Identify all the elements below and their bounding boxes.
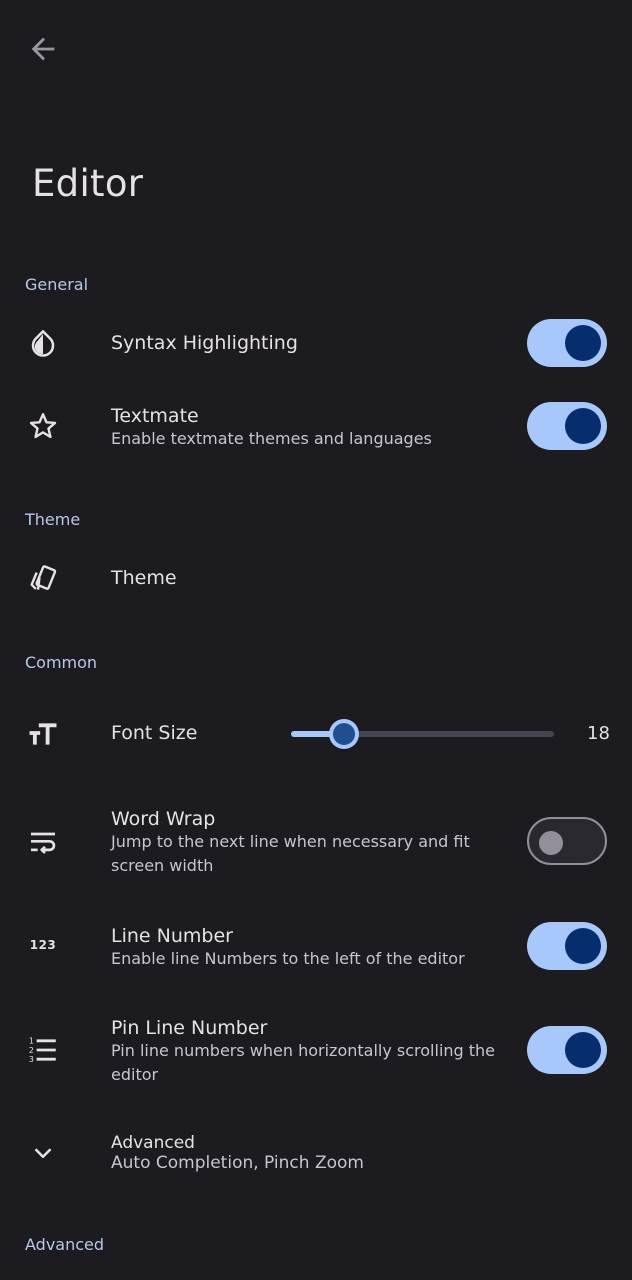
syntax-highlighting-toggle[interactable] [527, 319, 607, 367]
numbered-list-icon: 1 2 3 [24, 1031, 62, 1069]
page-title: Editor [32, 162, 144, 205]
textmate-label: Textmate [111, 405, 199, 427]
arrow-left-icon [31, 37, 55, 61]
textmate-toggle[interactable] [527, 402, 607, 450]
text-size-icon [24, 715, 62, 753]
chevron-down-icon [24, 1134, 62, 1172]
font-size-value: 18 [587, 723, 610, 744]
toggle-knob [565, 1032, 601, 1068]
numeric-123-icon: 123 [29, 938, 57, 952]
wrap-text-icon [24, 823, 62, 861]
svg-text:3: 3 [29, 1055, 34, 1064]
font-size-label: Font Size [111, 722, 198, 744]
svg-text:2: 2 [29, 1046, 34, 1055]
svg-text:1: 1 [29, 1037, 34, 1046]
line-number-toggle[interactable] [527, 922, 607, 970]
star-outline-icon [24, 407, 62, 445]
word-wrap-toggle[interactable] [527, 817, 607, 865]
font-size-slider-track[interactable] [344, 731, 554, 737]
pin-line-number-label: Pin Line Number [111, 1017, 268, 1039]
font-size-slider-thumb[interactable] [329, 719, 359, 749]
section-header-common: Common [25, 653, 98, 672]
line-number-subtitle: Enable line Numbers to the left of the e… [111, 949, 465, 968]
back-button[interactable] [26, 32, 60, 66]
pin-line-number-toggle[interactable] [527, 1026, 607, 1074]
toggle-knob [565, 325, 601, 361]
word-wrap-subtitle: Jump to the next line when necessary and… [111, 832, 470, 875]
line-number-label: Line Number [111, 925, 233, 947]
section-header-theme: Theme [25, 510, 81, 529]
syntax-highlighting-label: Syntax Highlighting [111, 332, 298, 354]
word-wrap-label: Word Wrap [111, 808, 216, 830]
pin-line-number-subtitle: Pin line numbers when horizontally scrol… [111, 1041, 496, 1084]
textmate-subtitle: Enable textmate themes and languages [111, 429, 432, 448]
toggle-knob [539, 831, 563, 855]
section-header-general: General [25, 275, 89, 294]
swatch-cards-icon [24, 560, 62, 598]
advanced-subtitle: Auto Completion, Pinch Zoom [111, 1153, 364, 1173]
toggle-knob [565, 928, 601, 964]
contrast-drop-icon [24, 324, 62, 362]
advanced-title: Advanced [111, 1133, 195, 1153]
theme-label: Theme [111, 567, 177, 589]
section-header-advanced: Advanced [25, 1235, 105, 1254]
toggle-knob [565, 408, 601, 444]
